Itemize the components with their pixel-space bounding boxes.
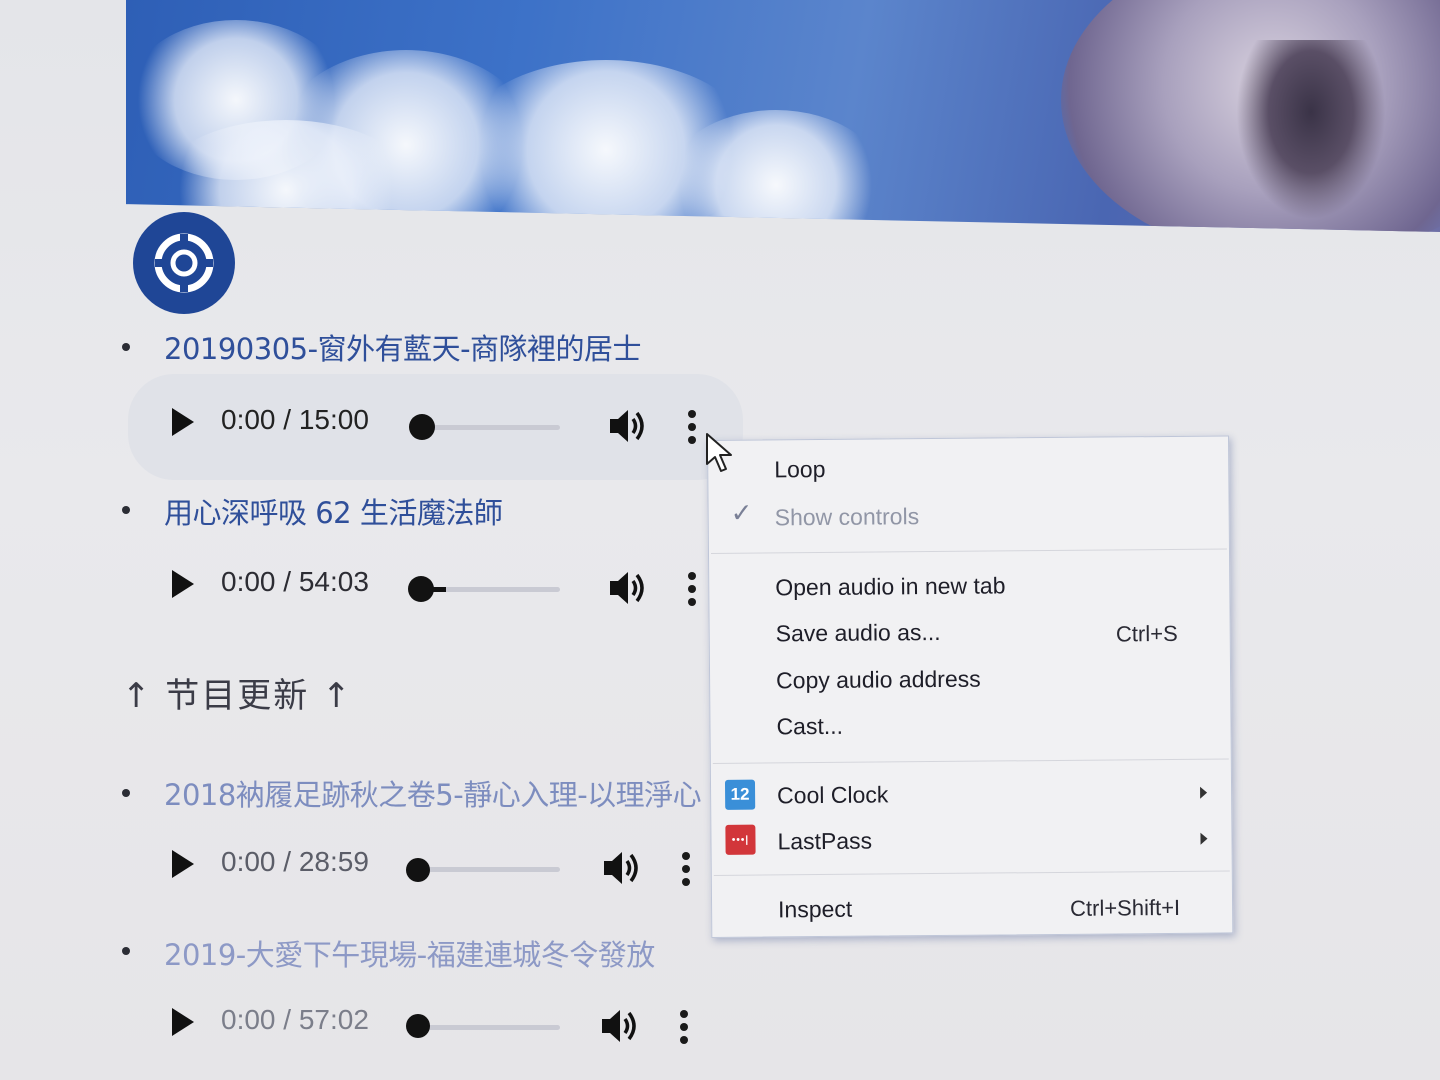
menu-item-inspect[interactable]: Inspect	[778, 896, 852, 924]
cool-clock-icon: 12	[724, 779, 756, 810]
track-title-link[interactable]: 2019-大愛下午現場-福建連城冬令發放	[164, 932, 655, 974]
time-display: 0:00 / 15:00	[221, 404, 369, 435]
track-title-link[interactable]: 2018衲履足跡秋之卷5-靜心入理-以理淨心	[164, 772, 702, 814]
menu-item-loop[interactable]: Loop	[774, 456, 825, 483]
play-icon[interactable]	[172, 570, 194, 598]
list-bullet	[122, 506, 130, 514]
menu-item-show-controls[interactable]: Show controls	[775, 503, 920, 531]
more-vertical-icon[interactable]	[680, 1010, 690, 1050]
submenu-arrow-icon	[1200, 832, 1208, 845]
volume-icon[interactable]	[600, 846, 644, 890]
list-bullet	[122, 343, 130, 351]
audio-player[interactable]: 0:00 / 15:00	[128, 374, 743, 480]
menu-item-lastpass[interactable]: LastPass	[777, 828, 872, 856]
menu-item-cast[interactable]: Cast...	[776, 713, 843, 741]
time-display: 0:00 / 28:59	[221, 846, 369, 877]
menu-item-cool-clock[interactable]: Cool Clock	[777, 781, 888, 809]
volume-icon[interactable]	[606, 404, 650, 448]
track-title-link[interactable]: 用心深呼吸 62 生活魔法師	[164, 490, 503, 532]
seek-slider[interactable]	[418, 867, 560, 872]
menu-separator	[712, 758, 1229, 764]
seek-thumb[interactable]	[406, 1014, 430, 1038]
inspect-shortcut: Ctrl+Shift+I	[1069, 894, 1181, 921]
menu-item-save-as[interactable]: Save audio as...	[776, 619, 941, 647]
menu-item-copy-address[interactable]: Copy audio address	[776, 666, 981, 695]
save-shortcut: Ctrl+S	[1115, 620, 1178, 647]
context-menu: Loop ✓ Show controls Open audio in new t…	[707, 435, 1234, 938]
seek-progress	[426, 587, 446, 592]
more-vertical-icon[interactable]	[688, 572, 698, 612]
lifebuoy-logo-icon[interactable]	[133, 212, 235, 314]
more-vertical-icon[interactable]	[682, 852, 692, 892]
menu-separator	[710, 548, 1227, 554]
header-banner-image	[126, 0, 1440, 232]
play-icon[interactable]	[172, 850, 194, 878]
volume-icon[interactable]	[606, 566, 650, 610]
seek-thumb[interactable]	[409, 414, 435, 440]
play-icon[interactable]	[172, 1008, 194, 1036]
list-bullet	[122, 947, 130, 955]
lastpass-icon: •••|	[725, 824, 756, 855]
checkmark-icon: ✓	[730, 498, 753, 529]
mouse-pointer-icon	[706, 433, 732, 472]
menu-item-open-new-tab[interactable]: Open audio in new tab	[775, 572, 1005, 601]
menu-separator	[713, 870, 1230, 876]
volume-icon[interactable]	[598, 1004, 642, 1048]
submenu-arrow-icon	[1200, 786, 1208, 799]
audio-player[interactable]: 0:00 / 57:02	[128, 974, 743, 1080]
seek-thumb[interactable]	[406, 858, 430, 882]
audio-player[interactable]: 0:00 / 54:03	[128, 536, 743, 642]
time-display: 0:00 / 57:02	[221, 1004, 369, 1035]
seek-slider[interactable]	[418, 1025, 560, 1030]
list-bullet	[122, 789, 130, 797]
time-display: 0:00 / 54:03	[221, 566, 369, 597]
track-title-link[interactable]: 20190305-窗外有藍天-商隊裡的居士	[164, 326, 642, 368]
audio-player[interactable]: 0:00 / 28:59	[128, 816, 743, 922]
more-vertical-icon[interactable]	[688, 410, 698, 450]
seek-slider[interactable]	[418, 425, 560, 430]
section-heading: ↑ 节目更新 ↑	[122, 676, 353, 716]
play-icon[interactable]	[172, 408, 194, 436]
